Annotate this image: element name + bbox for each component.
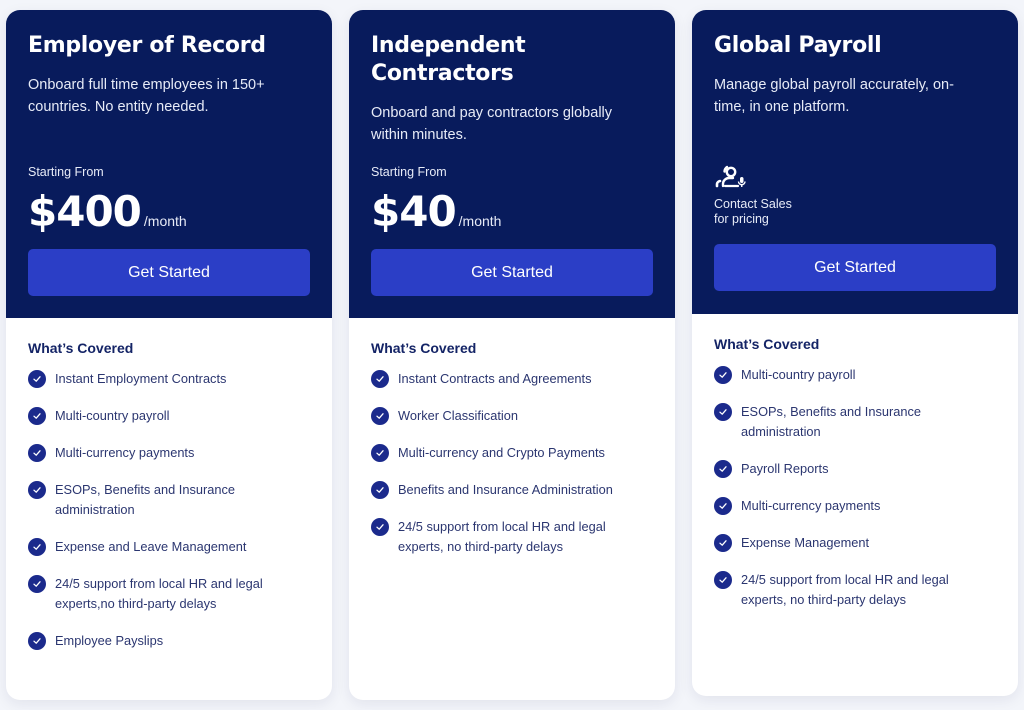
feature-text: Worker Classification [398,408,518,423]
plan-title: Global Payroll [714,33,882,58]
check-circle-icon [28,444,46,462]
feature-text: Multi-country payroll [741,367,856,382]
feature-text: Payroll Reports [741,461,829,476]
feature-item: Multi-country payroll [714,366,996,385]
feature-item: Multi-country payroll [28,407,310,426]
feature-text: Multi-currency and Crypto Payments [398,445,605,460]
feature-item: Multi-currency payments [28,444,310,463]
feature-text: Multi-country payroll [55,408,170,423]
feature-text: 24/5 support from local HR and legal exp… [741,572,949,607]
plan-card-independent-contractors: Independent Contractors Onboard and pay … [349,10,675,700]
check-circle-icon [371,407,389,425]
plan-features: What’s Covered Multi-country payroll ESOP… [692,314,1018,610]
feature-text: Multi-currency payments [55,445,195,460]
feature-text: 24/5 support from local HR and legal exp… [398,519,606,554]
price-period: /month [143,213,187,229]
plan-title: Employer of Record [28,33,266,58]
plan-header: Independent Contractors Onboard and pay … [349,10,675,318]
check-circle-icon [714,571,732,589]
feature-item: 24/5 support from local HR and legal exp… [714,571,996,610]
check-circle-icon [714,366,732,384]
get-started-button[interactable]: Get Started [714,244,996,291]
price-period: /month [458,213,502,229]
plan-description: Manage global payroll accurately, on-tim… [714,77,954,115]
feature-item: 24/5 support from local HR and legal exp… [28,575,310,614]
feature-text: Employee Payslips [55,633,164,648]
feature-item: Instant Contracts and Agreements [371,370,653,389]
feature-text: Instant Contracts and Agreements [398,371,592,386]
starting-from-label: Starting From [28,165,104,179]
feature-item: Payroll Reports [714,460,996,479]
price-row: $40 /month [371,188,501,236]
check-circle-icon [371,481,389,499]
feature-item: ESOPs, Benefits and Insurance administra… [28,481,310,520]
whats-covered-heading: What’s Covered [714,336,820,352]
contact-sales-icon [714,165,748,191]
contact-sales-text: Contact Sales for pricing [714,197,792,227]
check-circle-icon [714,534,732,552]
price-value: $40 [371,187,457,236]
plan-features: What’s Covered Instant Employment Contra… [6,318,332,651]
feature-item: Benefits and Insurance Administration [371,481,653,500]
check-circle-icon [28,632,46,650]
feature-item: Multi-currency payments [714,497,996,516]
feature-text: Instant Employment Contracts [55,371,227,386]
feature-text: Benefits and Insurance Administration [398,482,613,497]
feature-text: Multi-currency payments [741,498,881,513]
get-started-button[interactable]: Get Started [371,249,653,296]
feature-item: Worker Classification [371,407,653,426]
check-circle-icon [28,481,46,499]
starting-from-label: Starting From [371,165,447,179]
plan-description: Onboard full time employees in 150+ coun… [28,77,265,115]
check-circle-icon [28,575,46,593]
check-circle-icon [714,403,732,421]
check-circle-icon [28,370,46,388]
check-circle-icon [28,538,46,556]
plan-header: Global Payroll Manage global payroll acc… [692,10,1018,314]
pricing-line: for pricing [714,212,769,226]
feature-item: Multi-currency and Crypto Payments [371,444,653,463]
price-row: $400 /month [28,188,187,236]
feature-list: Multi-country payroll ESOPs, Benefits and… [714,366,996,610]
feature-text: 24/5 support from local HR and legal exp… [55,576,263,611]
plan-card-global-payroll: Global Payroll Manage global payroll acc… [692,10,1018,696]
feature-text: ESOPs, Benefits and Insurance administra… [741,404,921,439]
feature-item: 24/5 support from local HR and legal exp… [371,518,653,557]
feature-item: ESOPs, Benefits and Insurance administra… [714,403,996,442]
check-circle-icon [371,518,389,536]
check-circle-icon [714,497,732,515]
contact-sales-line: Contact Sales [714,197,792,211]
check-circle-icon [371,444,389,462]
feature-item: Expense and Leave Management [28,538,310,557]
feature-text: Expense Management [741,535,870,550]
feature-item: Employee Payslips [28,632,310,651]
whats-covered-heading: What’s Covered [28,340,134,356]
feature-item: Instant Employment Contracts [28,370,310,389]
price-value: $400 [28,187,142,236]
whats-covered-heading: What’s Covered [371,340,477,356]
feature-list: Instant Contracts and Agreements Worker C… [371,370,653,557]
plan-description: Onboard and pay contractors globally wit… [371,105,613,143]
feature-list: Instant Employment Contracts Multi-countr… [28,370,310,651]
check-circle-icon [28,407,46,425]
plan-header: Employer of Record Onboard full time emp… [6,10,332,318]
feature-text: ESOPs, Benefits and Insurance administra… [55,482,235,517]
feature-text: Expense and Leave Management [55,539,247,554]
plan-features: What’s Covered Instant Contracts and Agr… [349,318,675,557]
check-circle-icon [714,460,732,478]
feature-item: Expense Management [714,534,996,553]
check-circle-icon [371,370,389,388]
get-started-button[interactable]: Get Started [28,249,310,296]
plan-title: Independent Contractors [371,33,526,86]
plan-card-employer-of-record: Employer of Record Onboard full time emp… [6,10,332,700]
